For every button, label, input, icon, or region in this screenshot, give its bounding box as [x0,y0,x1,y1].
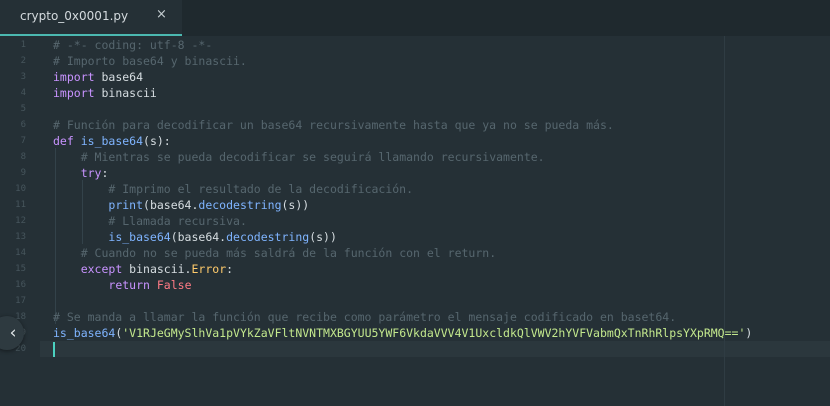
code-token: Error [191,262,227,276]
code-token: binascii [94,86,157,100]
text-caret [53,342,55,357]
tab-title: crypto_0x0001.py [20,9,129,23]
code-token: (base64. [170,230,227,244]
code-token: ) [745,326,753,340]
line-number: 5 [20,104,26,114]
code-token: : [101,166,109,180]
code-line[interactable]: try: [53,165,109,181]
code-token: # Mientras se pueda decodificar se segui… [80,150,545,164]
code-line[interactable]: return False [53,277,192,293]
line-number: 11 [15,200,26,210]
line-number: 17 [15,296,26,306]
code-token: is_base64 [108,230,171,244]
line-number: 16 [15,280,26,290]
code-token: False [156,278,192,292]
code-token: (base64. [143,198,199,212]
code-token: # Importo base64 y binascii. [53,54,247,68]
code-token: print [108,198,144,212]
close-icon[interactable]: × [156,7,167,22]
code-editor[interactable]: 1234567891011121314151617181920 # -*- co… [0,36,830,406]
code-token: 'V1RJeGMySlhVa1pVYkZaVFltNVNTMXBGYUU5YWF… [122,326,746,340]
line-number: 10 [15,184,26,194]
tab-crypto-file[interactable]: crypto_0x0001.py × [0,0,182,36]
chevron-left-icon: ‹ [9,322,17,343]
line-number: 6 [20,120,26,130]
line-number: 4 [20,88,26,98]
code-token: (s)) [309,230,337,244]
code-line[interactable]: # Imprimo el resultado de la decodificac… [53,181,413,197]
code-line[interactable]: # Llamada recursiva. [53,213,247,229]
code-token: : [226,262,234,276]
code-token: is_base64 [80,134,144,148]
code-token: import [53,70,95,84]
code-token: import [53,86,95,100]
line-number: 15 [15,264,26,274]
code-line[interactable]: is_base64('V1RJeGMySlhVa1pVYkZaVFltNVNTM… [53,325,752,341]
code-token: (s): [143,134,171,148]
code-token: decodestring [226,230,310,244]
line-number: 1 [20,40,26,50]
code-token: base64 [94,70,144,84]
code-token: except [80,262,123,276]
code-token: decodestring [198,198,282,212]
code-line[interactable]: is_base64(base64.decodestring(s)) [53,229,337,245]
code-line[interactable]: import binascii [53,85,157,101]
code-token: # Cuando no se pueda más saldrá de la fu… [80,246,497,260]
code-token: def [53,134,74,148]
code-token: # Función para decodificar un base64 rec… [53,118,614,132]
line-number: 7 [20,136,26,146]
line-number: 3 [20,72,26,82]
code-line[interactable]: # -*- coding: utf-8 -*- [53,37,212,53]
code-line[interactable]: # Función para decodificar un base64 rec… [53,117,614,133]
code-area[interactable]: # -*- coding: utf-8 -*- # Importo base64 … [53,36,830,406]
code-line[interactable]: # Se manda a llamar la función que recib… [53,309,676,325]
line-number: 14 [15,248,26,258]
code-line[interactable]: except binascii.Error: [53,261,233,277]
line-number: 8 [20,152,26,162]
code-token: # Se manda a llamar la función que recib… [53,310,677,324]
code-token: # Llamada recursiva. [108,214,247,228]
code-token: # -*- coding: utf-8 -*- [53,38,213,52]
line-number: 12 [15,216,26,226]
code-token: # Imprimo el resultado de la decodificac… [108,182,414,196]
code-token: is_base64 [53,326,116,340]
code-token: binascii. [122,262,192,276]
code-line[interactable]: # Mientras se pueda decodificar se segui… [53,149,545,165]
code-line[interactable]: # Importo base64 y binascii. [53,53,247,69]
line-number: 13 [15,232,26,242]
code-line[interactable]: # Cuando no se pueda más saldrá de la fu… [53,245,496,261]
tab-bar: crypto_0x0001.py × [0,0,830,36]
line-number: 2 [20,56,26,66]
line-number: 9 [20,168,26,178]
code-token: (s)) [281,198,310,212]
code-line[interactable]: print(base64.decodestring(s)) [53,197,309,213]
code-line[interactable]: import base64 [53,69,143,85]
code-token: try [80,166,102,180]
line-number-gutter: 1234567891011121314151617181920 [0,36,40,406]
code-token: return [108,278,150,292]
code-line[interactable]: def is_base64(s): [53,133,171,149]
